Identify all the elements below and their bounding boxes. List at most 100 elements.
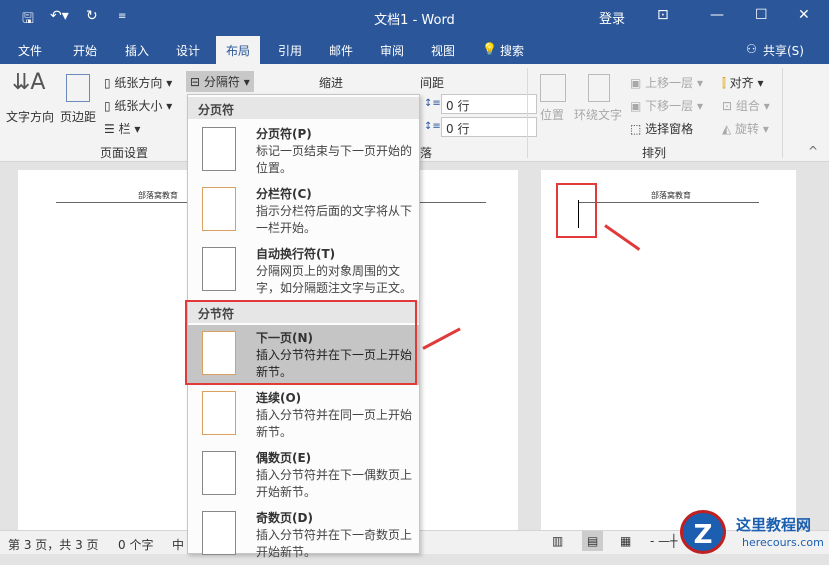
spacing-after-icon: ↕≡ — [424, 121, 441, 132]
user-icon: ⚇ — [746, 42, 757, 56]
menu-item-desc: 插入分节符并在下一偶数页上开始新节。 — [256, 468, 413, 499]
text-wrapping-icon — [202, 247, 236, 291]
print-layout-icon[interactable]: ▤ — [582, 531, 604, 551]
menu-item-name: 自动换行符(T) — [256, 247, 336, 261]
menu-item-name: 分页符(P) — [256, 127, 312, 141]
tab-references[interactable]: 引用 — [278, 42, 302, 59]
size-label: 纸张大小 — [114, 99, 163, 113]
share-button[interactable]: 共享(S) — [763, 42, 804, 59]
column-break-icon — [202, 187, 236, 231]
menu-item-name: 偶数页(E) — [256, 451, 312, 465]
arrange-group-label: 排列 — [642, 146, 667, 160]
margins-button[interactable]: 页边距 — [60, 108, 96, 125]
menu-item-text-wrapping-break[interactable]: 自动换行符(T) 分隔网页上的对象周围的文字，如分隔题注文字与正文。 — [188, 241, 419, 301]
continuous-icon — [202, 391, 236, 435]
rotate-button[interactable]: ◭ 旋转 ▾ — [722, 120, 769, 137]
size-button[interactable]: ▯ 纸张大小 ▾ — [104, 97, 172, 114]
highlight-box — [556, 183, 597, 238]
position-icon — [540, 74, 566, 102]
watermark-logo: Z — [680, 510, 726, 554]
margins-icon — [66, 74, 90, 102]
search-box[interactable]: 搜索 — [500, 42, 524, 59]
breaks-label: 分隔符 — [203, 75, 240, 89]
menu-item-name: 奇数页(D) — [256, 511, 313, 525]
read-mode-icon[interactable]: ▥ — [552, 534, 563, 548]
even-page-icon — [202, 451, 236, 495]
word-count[interactable]: 0 个字 — [118, 536, 153, 553]
maximize-icon[interactable]: ☐ — [755, 7, 768, 23]
search-icon: 💡 — [482, 42, 497, 56]
selection-pane-label: 选择窗格 — [645, 122, 694, 136]
tab-layout[interactable]: 布局 — [216, 36, 261, 64]
tab-mailings[interactable]: 邮件 — [329, 42, 353, 59]
menu-item-name: 连续(O) — [256, 391, 302, 405]
align-button[interactable]: ⫿ 对齐 ▾ — [722, 74, 764, 91]
page-setup-group-label: 页面设置 — [100, 146, 149, 160]
page-header-text: 部落窝教育 — [651, 191, 691, 200]
menu-item-desc: 插入分节符并在同一页上开始新节。 — [256, 408, 413, 439]
indent-label: 缩进 — [319, 76, 344, 90]
spacing-label: 间距 — [420, 76, 445, 90]
group-label: 组合 — [735, 99, 760, 113]
close-icon[interactable]: ✕ — [798, 7, 810, 23]
minimize-icon[interactable]: — — [710, 7, 724, 23]
page-count[interactable]: 第 3 页，共 3 页 — [8, 536, 99, 553]
menu-item-desc: 插入分节符并在下一奇数页上开始新节。 — [256, 528, 413, 559]
window-title: 文档1 - Word — [374, 13, 455, 28]
breaks-button[interactable]: ⊟ 分隔符 ▾ — [186, 71, 254, 92]
send-backward-label: 下移一层 — [645, 99, 694, 113]
tab-review[interactable]: 审阅 — [380, 42, 404, 59]
divider — [782, 68, 783, 158]
menu-item-odd-page[interactable]: 奇数页(D) 插入分节符并在下一奇数页上开始新节。 — [188, 505, 419, 565]
ribbon-display-icon[interactable]: ⊡ — [657, 7, 669, 23]
menu-header-page-breaks: 分页符 — [188, 97, 419, 119]
tab-insert[interactable]: 插入 — [125, 42, 149, 59]
orientation-label: 纸张方向 — [114, 76, 163, 90]
group-button[interactable]: ⊡ 组合 ▾ — [722, 97, 770, 114]
watermark-url: herecours.com — [742, 536, 824, 549]
position-button[interactable]: 位置 — [540, 106, 564, 123]
zoom-slider[interactable]: - —┼ — [650, 534, 677, 548]
collapse-ribbon-icon[interactable]: ^ — [808, 144, 818, 158]
menu-item-desc: 指示分栏符后面的文字将从下一栏开始。 — [256, 204, 413, 235]
rotate-label: 旋转 — [735, 122, 760, 136]
highlight-box — [185, 300, 417, 385]
web-layout-icon[interactable]: ▦ — [620, 534, 631, 548]
columns-label: 栏 — [118, 122, 131, 136]
send-backward-button[interactable]: ▣ 下移一层 ▾ — [630, 97, 703, 114]
bring-forward-button[interactable]: ▣ 上移一层 ▾ — [630, 74, 703, 91]
title-bar: 🖫 ↶▾ ↻ ≡ 文档1 - Word 登录 ⊡ — ☐ ✕ — [0, 0, 829, 34]
menu-item-page-break[interactable]: 分页符(P) 标记一页结束与下一页开始的位置。 — [188, 121, 419, 181]
paragraph-group-label: 落 — [420, 146, 433, 160]
tab-home[interactable]: 开始 — [73, 42, 97, 59]
login-button[interactable]: 登录 — [599, 8, 625, 27]
page-break-icon — [202, 127, 236, 171]
odd-page-icon — [202, 511, 236, 555]
columns-button[interactable]: ☰ 栏 ▾ — [104, 120, 140, 137]
menu-item-desc: 标记一页结束与下一页开始的位置。 — [256, 144, 413, 175]
tab-design[interactable]: 设计 — [176, 42, 200, 59]
menu-item-name: 分栏符(C) — [256, 187, 312, 201]
selection-pane-button[interactable]: ⬚ 选择窗格 — [630, 120, 693, 137]
header-line — [579, 202, 759, 203]
spacing-before-icon: ↕≡ — [424, 98, 441, 109]
menu-item-desc: 分隔网页上的对象周围的文字，如分隔题注文字与正文。 — [256, 264, 413, 295]
wrap-text-icon — [588, 74, 610, 102]
bring-forward-label: 上移一层 — [645, 76, 694, 90]
language[interactable]: 中 — [172, 536, 184, 553]
menu-item-column-break[interactable]: 分栏符(C) 指示分栏符后面的文字将从下一栏开始。 — [188, 181, 419, 241]
divider — [527, 68, 528, 158]
align-label: 对齐 — [729, 76, 754, 90]
watermark-title: 这里教程网 — [736, 516, 812, 534]
wrap-text-button[interactable]: 环绕文字 — [574, 106, 622, 123]
text-direction-icon: ⇊A — [12, 70, 46, 95]
spacing-after-input[interactable]: 0 行 — [441, 117, 537, 137]
menu-item-even-page[interactable]: 偶数页(E) 插入分节符并在下一偶数页上开始新节。 — [188, 445, 419, 505]
text-direction-button[interactable]: 文字方向 — [6, 108, 54, 125]
ribbon-tabs: 文件 开始 插入 设计 布局 引用 邮件 审阅 视图 💡 搜索 ⚇ 共享(S) — [0, 34, 829, 64]
menu-item-continuous[interactable]: 连续(O) 插入分节符并在同一页上开始新节。 — [188, 385, 419, 445]
tab-file[interactable]: 文件 — [18, 42, 42, 59]
spacing-before-input[interactable]: 0 行 — [441, 94, 537, 114]
orientation-button[interactable]: ▯ 纸张方向 ▾ — [104, 74, 172, 91]
tab-view[interactable]: 视图 — [431, 42, 455, 59]
